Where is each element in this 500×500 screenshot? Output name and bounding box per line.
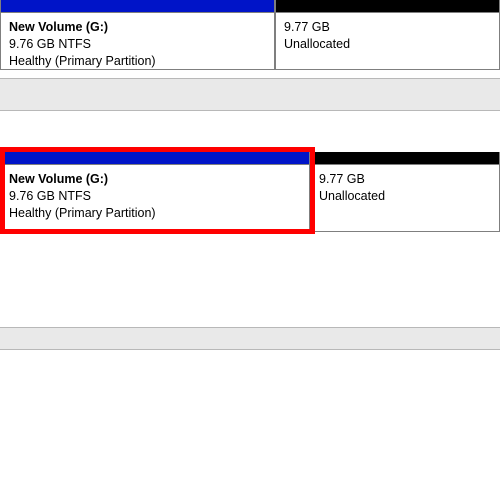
partition-status: Unallocated: [284, 36, 491, 53]
partition-unallocated[interactable]: 9.77 GBUnallocated: [310, 164, 500, 232]
partition-status: Healthy (Primary Partition): [9, 53, 266, 70]
unallocated-stripe: [276, 0, 499, 12]
partition-name: New Volume (G:): [9, 19, 266, 36]
disk-header-row: [0, 152, 500, 164]
partition-header: [275, 0, 500, 12]
disk-body-row: New Volume (G:)9.76 GB NTFSHealthy (Prim…: [0, 164, 500, 232]
partition-header: [0, 152, 310, 164]
primary-partition-stripe: [1, 0, 274, 12]
row-separator: [0, 78, 500, 111]
partition-name: New Volume (G:): [9, 171, 301, 188]
partition-size: 9.77 GB: [284, 19, 491, 36]
unallocated-stripe: [311, 152, 499, 164]
partition-size: 9.76 GB NTFS: [9, 36, 266, 53]
partition-header: [310, 152, 500, 164]
primary-partition-stripe: [1, 152, 309, 164]
disk-header-row: [0, 0, 500, 12]
partition-status: Healthy (Primary Partition): [9, 205, 301, 222]
partition-status: Unallocated: [319, 188, 491, 205]
partition-header: [0, 0, 275, 12]
partition-size: 9.77 GB: [319, 171, 491, 188]
partition-size: 9.76 GB NTFS: [9, 188, 301, 205]
partition-unallocated[interactable]: 9.77 GBUnallocated: [275, 12, 500, 70]
disk-body-row: New Volume (G:)9.76 GB NTFSHealthy (Prim…: [0, 12, 500, 70]
row-separator: [0, 327, 500, 350]
partition-primary[interactable]: New Volume (G:)9.76 GB NTFSHealthy (Prim…: [0, 164, 310, 232]
partition-primary[interactable]: New Volume (G:)9.76 GB NTFSHealthy (Prim…: [0, 12, 275, 70]
